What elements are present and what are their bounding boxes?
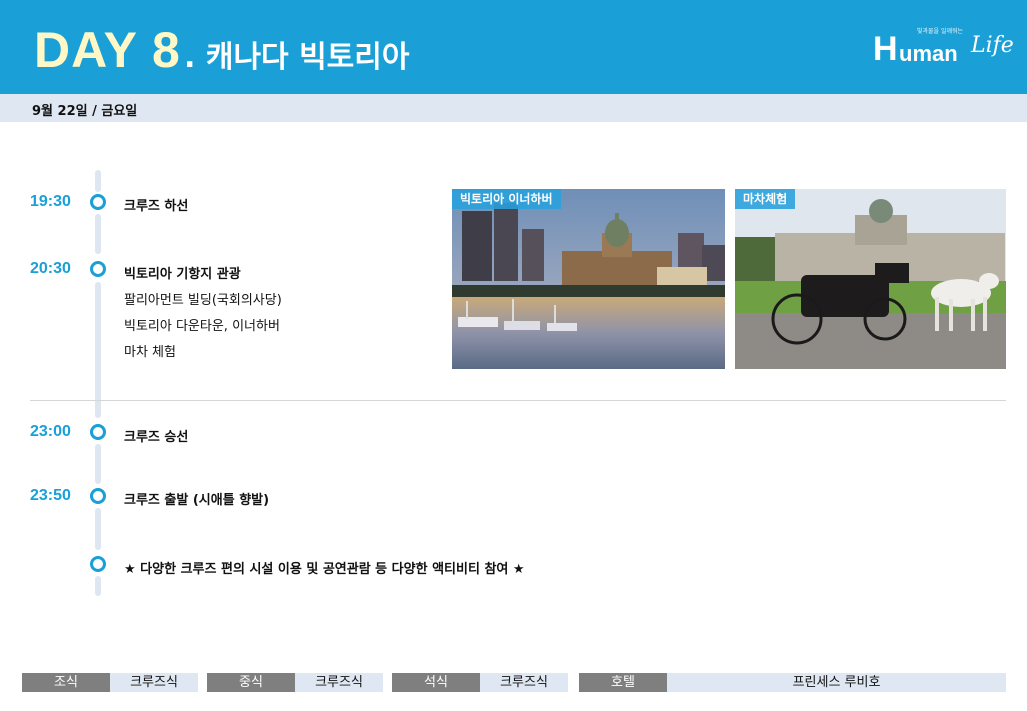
- timeline-segment: [95, 170, 101, 192]
- day-title: . 캐나다 빅토리아: [184, 40, 410, 75]
- schedule-time: 23:50: [30, 487, 71, 504]
- human-life-logo: 빛과물을 일깨워는 H uman Life: [873, 22, 1015, 74]
- timeline-segment: [95, 508, 101, 550]
- activity-note: ★ 다양한 크루즈 편의 시설 이용 및 공연관람 등 다양한 액티비티 참여 …: [124, 562, 525, 577]
- harbour-image: [452, 189, 725, 369]
- carriage-image: [735, 189, 1006, 369]
- schedule-time: 20:30: [30, 260, 71, 277]
- dinner-value: 크루즈식: [480, 673, 568, 692]
- schedule-detail: 빅토리아 다운타운, 이너하버: [124, 319, 280, 334]
- day-number: DAY 8: [34, 22, 181, 78]
- timeline-dot: [90, 556, 106, 572]
- timeline-segment: [95, 444, 101, 484]
- hotel-label: 호텔: [579, 673, 667, 692]
- lunch-value: 크루즈식: [295, 673, 383, 692]
- timeline-segment: [95, 282, 101, 418]
- breakfast-value: 크루즈식: [110, 673, 198, 692]
- schedule-time: 19:30: [30, 193, 71, 210]
- date-text: 9월 22일 / 금요일: [32, 104, 138, 119]
- schedule-event: 크루즈 승선: [124, 430, 189, 445]
- photo-inner-harbour: 빅토리아 이너하버: [452, 189, 725, 369]
- lunch-label: 중식: [207, 673, 295, 692]
- page-header: DAY 8 . 캐나다 빅토리아 빛과물을 일깨워는 H uman Life: [0, 0, 1027, 94]
- schedule-time: 23:00: [30, 423, 71, 440]
- section-divider: [30, 400, 1006, 401]
- dinner-label: 석식: [392, 673, 480, 692]
- photo-caption: 빅토리아 이너하버: [452, 189, 561, 209]
- schedule-event: 빅토리아 기항지 관광: [124, 267, 241, 282]
- schedule-detail: 마차 체험: [124, 345, 176, 360]
- breakfast-label: 조식: [22, 673, 110, 692]
- schedule-event: 크루즈 하선: [124, 199, 189, 214]
- timeline-segment: [95, 214, 101, 254]
- logo-tagline: 빛과물을 일깨워는: [917, 28, 964, 35]
- photo-caption: 마차체험: [735, 189, 796, 209]
- logo-letter: H: [873, 30, 898, 68]
- timeline-dot: [90, 194, 106, 210]
- schedule-detail: 팔리아먼트 빌딩(국회의사당): [124, 293, 282, 308]
- timeline-dot: [90, 424, 106, 440]
- logo-script: Life: [971, 33, 1014, 58]
- timeline-dot: [90, 488, 106, 504]
- schedule-event: 크루즈 출발 (시애틀 향발): [124, 493, 270, 508]
- timeline-segment: [95, 576, 101, 596]
- logo-word: uman: [899, 41, 958, 66]
- hotel-value: 프린세스 루비호: [667, 673, 1006, 692]
- timeline-dot: [90, 261, 106, 277]
- photo-carriage: 마차체험: [735, 189, 1006, 369]
- date-bar: 9월 22일 / 금요일: [0, 94, 1027, 122]
